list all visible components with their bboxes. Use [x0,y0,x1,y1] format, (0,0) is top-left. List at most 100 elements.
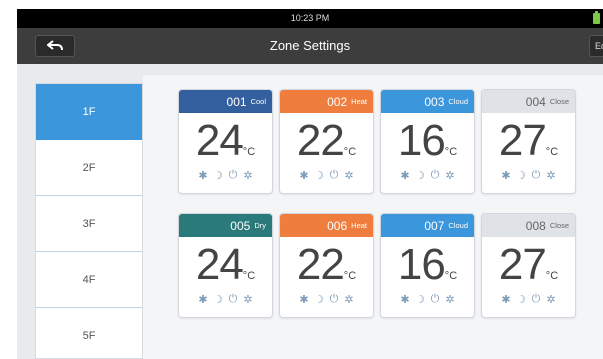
zone-temperature: 22°C [280,117,373,165]
zone-card[interactable]: 008 Close 27°C ✱ ☽ ⏻ ✲ [481,213,576,318]
app-screen: 10:23 PM Zone Settings Ed 1F 2F 3F 4F 5F… [17,9,603,359]
floor-item-1f[interactable]: 1F [36,84,142,140]
sleep-icon: ☽ [516,170,526,182]
zone-icons: ✱ ☽ ⏻ ✲ [179,293,272,306]
fan-icon: ✱ [198,294,208,306]
sleep-icon: ☽ [213,294,223,306]
zone-card[interactable]: 005 Dry 24°C ✱ ☽ ⏻ ✲ [178,213,273,318]
sleep-icon: ☽ [415,170,425,182]
zone-card-header: 006 Heat [280,214,373,237]
temperature-value: 16 [397,240,446,289]
temperature-value: 22 [296,240,345,289]
zone-icons: ✱ ☽ ⏻ ✲ [482,293,575,306]
settings-icon: ✲ [445,294,455,306]
power-icon: ⏻ [329,293,339,305]
zone-temperature: 22°C [280,241,373,289]
temperature-unit: °C [444,270,458,282]
zone-card[interactable]: 003 Cloud 16°C ✱ ☽ ⏻ ✲ [380,89,475,194]
fan-icon: ✱ [501,170,511,182]
settings-icon: ✲ [344,170,354,182]
temperature-value: 16 [397,116,446,165]
zone-number: 006 [327,218,348,233]
zone-card-header: 007 Cloud [381,214,474,237]
zone-number: 004 [525,94,546,109]
power-icon: ⏻ [531,293,541,305]
temperature-unit: °C [545,146,559,158]
zone-number: 005 [230,218,251,233]
zone-number: 007 [424,218,445,233]
settings-icon: ✲ [546,294,556,306]
temperature-unit: °C [444,146,458,158]
temperature-unit: °C [343,270,357,282]
zone-card-header: 001 Cool [179,90,272,113]
zone-card-header: 003 Cloud [381,90,474,113]
settings-icon: ✲ [344,294,354,306]
zone-icons: ✱ ☽ ⏻ ✲ [280,293,373,306]
power-icon: ⏻ [430,169,440,181]
temperature-unit: °C [242,146,256,158]
zone-temperature: 24°C [179,117,272,165]
edit-button[interactable]: Ed [589,35,603,57]
zone-card[interactable]: 007 Cloud 16°C ✱ ☽ ⏻ ✲ [380,213,475,318]
status-bar: 10:23 PM [17,9,603,28]
zone-mode: Cloud [448,221,468,230]
zone-card[interactable]: 006 Heat 22°C ✱ ☽ ⏻ ✲ [279,213,374,318]
sleep-icon: ☽ [314,170,324,182]
temperature-value: 27 [498,116,547,165]
floor-item-5f[interactable]: 5F [36,308,142,359]
temperature-value: 24 [195,240,244,289]
top-bar: Zone Settings Ed [17,28,603,64]
fan-icon: ✱ [400,294,410,306]
zone-card-header: 005 Dry [179,214,272,237]
temperature-unit: °C [343,146,357,158]
zone-temperature: 16°C [381,117,474,165]
sleep-icon: ☽ [415,294,425,306]
main-content: 1F 2F 3F 4F 5F 001 Cool 24°C ✱ ☽ ⏻ ✲ 002 Heat 22°… [17,64,603,359]
power-icon: ⏻ [531,169,541,181]
zone-number: 001 [226,94,247,109]
floor-list: 1F 2F 3F 4F 5F [35,83,143,359]
zone-icons: ✱ ☽ ⏻ ✲ [280,169,373,182]
sleep-icon: ☽ [516,294,526,306]
zone-card[interactable]: 004 Close 27°C ✱ ☽ ⏻ ✲ [481,89,576,194]
status-time: 10:23 PM [290,13,330,23]
power-icon: ⏻ [228,293,238,305]
floor-item-2f[interactable]: 2F [36,140,142,196]
temperature-unit: °C [545,270,559,282]
zone-card-header: 004 Close [482,90,575,113]
floor-item-4f[interactable]: 4F [36,252,142,308]
settings-icon: ✲ [546,170,556,182]
fan-icon: ✱ [400,170,410,182]
zone-icons: ✱ ☽ ⏻ ✲ [482,169,575,182]
fan-icon: ✱ [198,170,208,182]
zone-mode: Cool [250,97,266,106]
zone-mode: Heat [351,97,367,106]
zone-temperature: 24°C [179,241,272,289]
zone-temperature: 27°C [482,117,575,165]
power-icon: ⏻ [329,169,339,181]
settings-icon: ✲ [243,294,253,306]
zone-number: 002 [327,94,348,109]
zone-icons: ✱ ☽ ⏻ ✲ [381,293,474,306]
zone-card[interactable]: 002 Heat 22°C ✱ ☽ ⏻ ✲ [279,89,374,194]
zone-card-header: 002 Heat [280,90,373,113]
fan-icon: ✱ [299,170,309,182]
floor-item-3f[interactable]: 3F [36,196,142,252]
page-title: Zone Settings [269,38,351,53]
fan-icon: ✱ [299,294,309,306]
zone-icons: ✱ ☽ ⏻ ✲ [381,169,474,182]
zone-mode: Close [549,97,569,106]
zone-grid: 001 Cool 24°C ✱ ☽ ⏻ ✲ 002 Heat 22°C ✱ ☽ ⏻ ✲ 003 Cloud 16… [143,75,603,359]
temperature-value: 27 [498,240,547,289]
zone-mode: Dry [254,221,266,230]
zone-card-header: 008 Close [482,214,575,237]
sleep-icon: ☽ [213,170,223,182]
sleep-icon: ☽ [314,294,324,306]
zone-temperature: 16°C [381,241,474,289]
temperature-value: 24 [195,116,244,165]
zone-card[interactable]: 001 Cool 24°C ✱ ☽ ⏻ ✲ [178,89,273,194]
settings-icon: ✲ [243,170,253,182]
zone-icons: ✱ ☽ ⏻ ✲ [179,169,272,182]
fan-icon: ✱ [501,294,511,306]
power-icon: ⏻ [228,169,238,181]
